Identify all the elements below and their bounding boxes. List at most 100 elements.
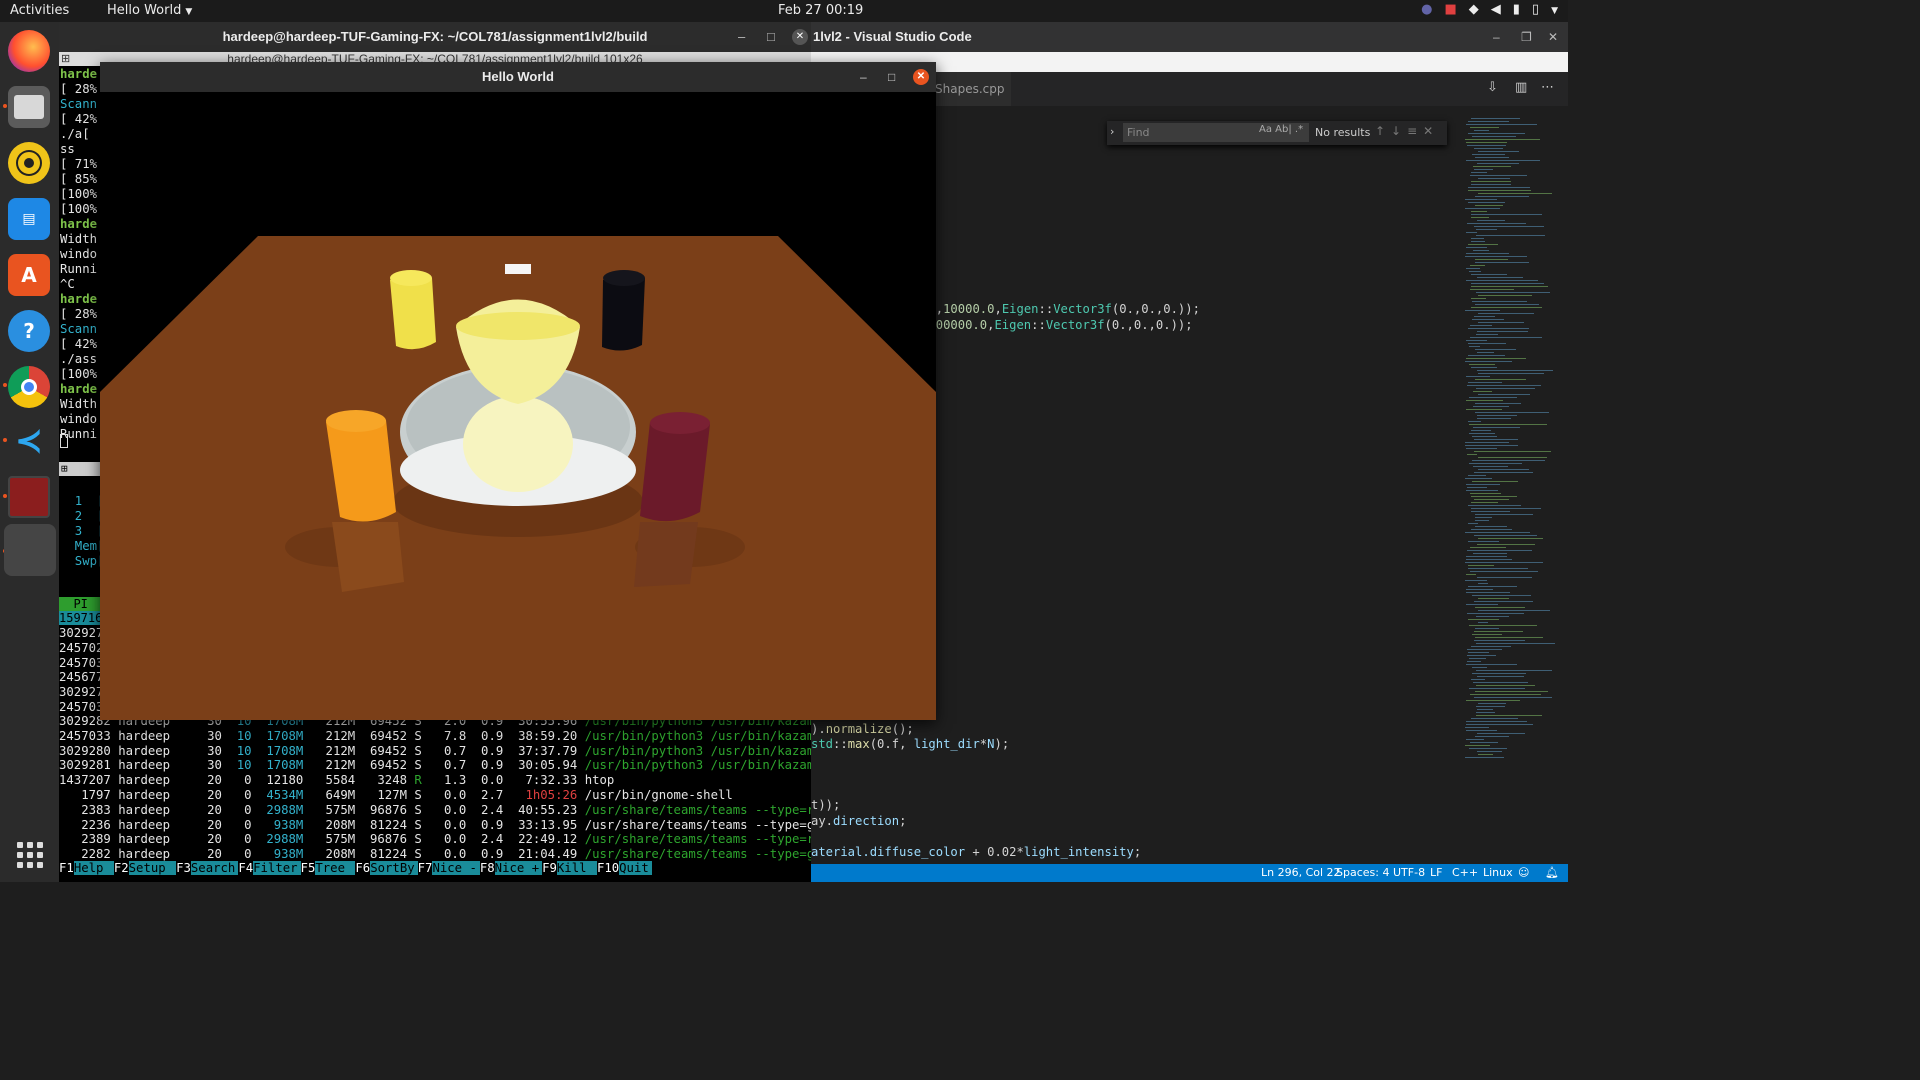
minimap-line	[1478, 373, 1544, 374]
tab-shapes-cpp[interactable]: Shapes.cpp	[931, 72, 1011, 106]
fkey-label[interactable]: SortBy	[370, 861, 418, 875]
fkey-label[interactable]: Nice +	[494, 861, 543, 875]
minimap-line	[1478, 394, 1530, 395]
notifications-icon[interactable]: 🔔︎	[1545, 864, 1559, 882]
app-menu[interactable]: Hello World ▼	[107, 3, 192, 18]
minimap-line	[1478, 538, 1543, 539]
htop-cell-s: R	[407, 773, 422, 788]
htop-cell-pri: 30	[184, 728, 230, 743]
minimap-line	[1468, 187, 1530, 188]
more-actions-icon[interactable]: ⋯	[1541, 80, 1554, 95]
fkey-label[interactable]: Help	[73, 861, 114, 875]
htop-process-row[interactable]: 2282 hardeep 20 0 938M 208M 81224 S 0.0 …	[59, 847, 811, 862]
htop-process-row[interactable]: 3029281 hardeep 30 10 1708M 212M 69452 S…	[59, 758, 811, 773]
files-icon[interactable]	[8, 86, 50, 128]
fkey-label[interactable]: Kill	[556, 861, 597, 875]
battery-icon[interactable]: ▯	[1532, 2, 1539, 20]
code-line[interactable]: aterial.diffuse_color + 0.02*light_inten…	[811, 845, 1141, 859]
htop-cell-pri: 20	[184, 773, 230, 788]
fkey-label[interactable]: Filter	[253, 861, 301, 875]
firefox-icon[interactable]	[8, 30, 50, 72]
active-window-icon[interactable]	[4, 524, 56, 576]
status-eol[interactable]: LF	[1430, 864, 1442, 882]
rhythmbox-icon[interactable]	[8, 142, 50, 184]
status-encoding[interactable]: UTF-8	[1393, 864, 1425, 882]
wifi-icon[interactable]: ◆	[1469, 2, 1479, 20]
app-menu-label: Hello World	[107, 3, 182, 18]
fkey-f2[interactable]: F2	[114, 861, 129, 875]
feedback-icon[interactable]: ☺	[1518, 864, 1529, 882]
minimap[interactable]	[1461, 118, 1557, 778]
code-token: light_intensity	[1023, 845, 1134, 859]
find-nav-icons[interactable]: ↑↓≡✕	[1375, 124, 1439, 138]
system-menu-icon[interactable]: ▼	[1551, 2, 1558, 20]
minimize-icon[interactable]: –	[738, 22, 745, 52]
fkey-label[interactable]: Search	[190, 861, 239, 875]
terminal-titlebar[interactable]: hardeep@hardeep-TUF-Gaming-FX: ~/COL781/…	[59, 22, 811, 52]
htop-process-row[interactable]: 2383 hardeep 20 0 2988M 575M 96876 S 0.0…	[59, 803, 811, 818]
vscode-icon[interactable]: ≺	[8, 420, 50, 462]
microphone-icon[interactable]: ▮	[1513, 2, 1520, 20]
fkey-f1[interactable]: F1	[59, 861, 74, 875]
minimap-line	[1476, 229, 1497, 230]
htop-cell-shr: 3248	[355, 773, 407, 788]
fkey-label[interactable]: Nice -	[432, 861, 480, 875]
fkey-label[interactable]: Quit	[619, 861, 652, 875]
minimap-line	[1475, 517, 1492, 518]
clock[interactable]: Feb 27 00:19	[778, 3, 863, 18]
vscode-titlebar[interactable]: 1lvl2 - Visual Studio Code – ❐ ✕	[811, 22, 1568, 52]
htop-process-row[interactable]: 1437207 hardeep 20 0 12180 5584 3248 R 1…	[59, 773, 614, 788]
fkey-f3[interactable]: F3	[176, 861, 191, 875]
fkey-f9[interactable]: F9	[542, 861, 557, 875]
hello-world-titlebar[interactable]: Hello World – □ ✕	[100, 62, 936, 92]
maximize-icon[interactable]: □	[888, 62, 895, 92]
find-options[interactable]: Aa Ab| .*	[1259, 124, 1303, 135]
fkey-f10[interactable]: F10	[597, 861, 619, 875]
kazam-icon[interactable]	[8, 476, 50, 518]
code-line[interactable]: t));	[811, 798, 840, 812]
status-indentation[interactable]: Spaces: 4	[1336, 864, 1389, 882]
writer-icon[interactable]: ▤	[8, 198, 50, 240]
volume-icon[interactable]: ◀	[1491, 2, 1501, 20]
htop-process-row[interactable]: 2389 hardeep 20 0 2988M 575M 96876 S 0.0…	[59, 832, 811, 847]
camera-icon[interactable]: ■	[1444, 2, 1456, 20]
htop-process-row[interactable]: 1797 hardeep 20 0 4534M 649M 127M S 0.0 …	[59, 788, 733, 803]
system-tray[interactable]: ● ■ ◆ ◀ ▮ ▯ ▼	[1421, 2, 1558, 20]
close-icon[interactable]: ✕	[1548, 22, 1558, 52]
software-icon[interactable]: A	[8, 254, 50, 296]
fkey-label[interactable]: Setup	[128, 861, 177, 875]
status-cursor-position[interactable]: Ln 296, Col 22	[1261, 864, 1341, 882]
code-line[interactable]: ).normalize();	[811, 722, 914, 736]
code-line[interactable]: std::max(0.f, light_dir*N);	[811, 737, 1009, 751]
minimap-line	[1469, 271, 1481, 272]
activities-button[interactable]: Activities	[10, 3, 69, 18]
fkey-f4[interactable]: F4	[238, 861, 253, 875]
terminal-line: Scann	[60, 322, 98, 336]
fkey-label[interactable]: Tree	[315, 861, 356, 875]
status-language[interactable]: C++	[1452, 864, 1478, 882]
fkey-f7[interactable]: F7	[418, 861, 433, 875]
show-apps-icon[interactable]	[17, 842, 43, 868]
close-icon[interactable]: ✕	[792, 29, 808, 45]
teams-icon[interactable]: ●	[1421, 2, 1432, 20]
chevron-right-icon[interactable]: ›	[1110, 125, 1114, 138]
fkey-f6[interactable]: F6	[355, 861, 370, 875]
fkey-f8[interactable]: F8	[480, 861, 495, 875]
code-line[interactable]: ay.direction;	[811, 814, 906, 828]
htop-process-row[interactable]: 2457033 hardeep 30 10 1708M 212M 69452 S…	[59, 729, 811, 744]
close-icon[interactable]: ✕	[913, 69, 929, 85]
htop-meter: 1 [	[60, 494, 105, 508]
open-changes-icon[interactable]: ⇩	[1487, 80, 1498, 95]
minimize-icon[interactable]: –	[860, 62, 867, 92]
restore-icon[interactable]: ❐	[1521, 22, 1532, 52]
hello-world-window[interactable]: Hello World – □ ✕	[100, 62, 936, 720]
htop-process-row[interactable]: 2236 hardeep 20 0 938M 208M 81224 S 0.0 …	[59, 818, 811, 833]
maximize-icon[interactable]: □	[767, 22, 775, 52]
split-editor-icon[interactable]: ▥	[1515, 80, 1527, 95]
help-icon[interactable]: ?	[8, 310, 50, 352]
chrome-icon[interactable]	[8, 366, 50, 408]
status-os[interactable]: Linux	[1483, 864, 1513, 882]
minimize-icon[interactable]: –	[1493, 22, 1500, 52]
fkey-f5[interactable]: F5	[301, 861, 316, 875]
htop-process-row[interactable]: 3029280 hardeep 30 10 1708M 212M 69452 S…	[59, 744, 811, 759]
